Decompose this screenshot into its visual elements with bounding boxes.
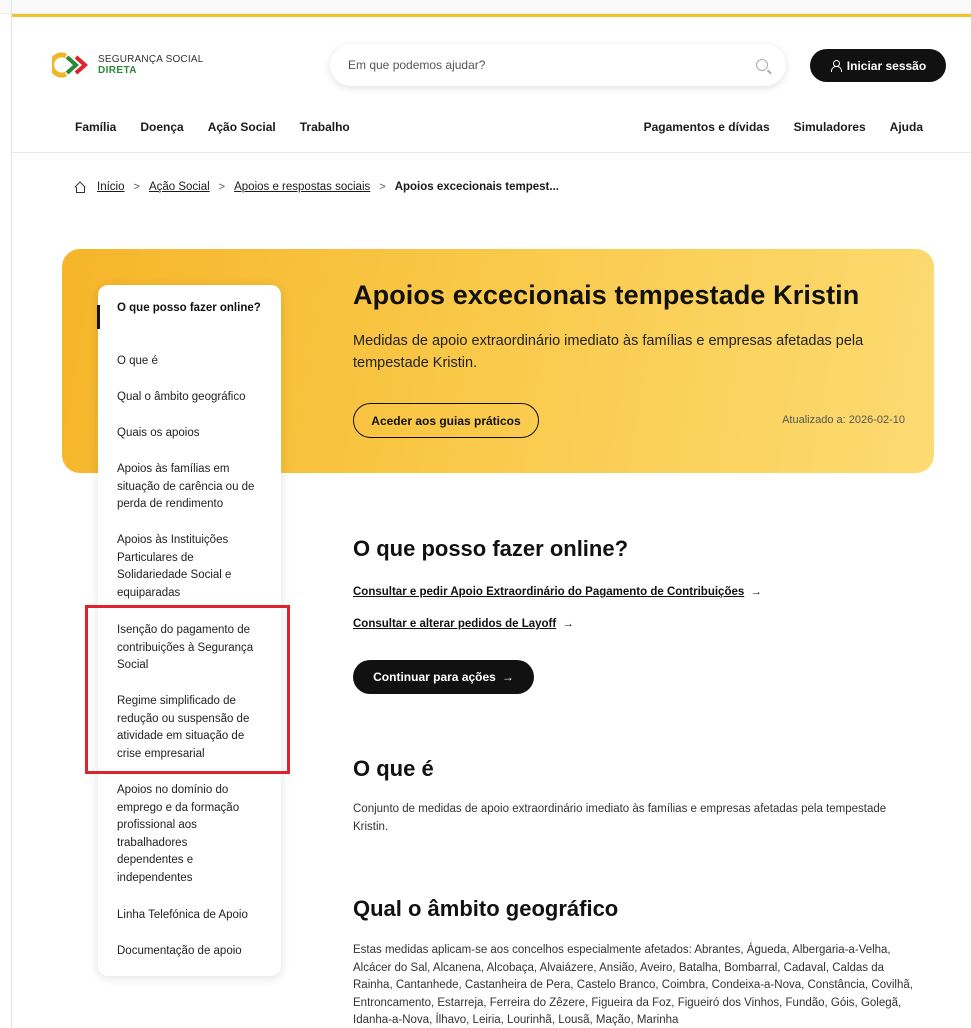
- breadcrumb: Início > Ação Social > Apoios e resposta…: [74, 181, 559, 193]
- search-icon[interactable]: [756, 59, 768, 71]
- side-menu-item-documentacao[interactable]: Documentação de apoio: [117, 943, 273, 961]
- breadcrumb-inicio[interactable]: Início: [97, 181, 125, 193]
- side-menu-item-ambito[interactable]: Qual o âmbito geográfico: [117, 389, 273, 407]
- breadcrumb-acao-social[interactable]: Ação Social: [149, 181, 210, 193]
- login-button[interactable]: Iniciar sessão: [810, 49, 946, 82]
- nav-item-acao-social[interactable]: Ação Social: [208, 120, 276, 134]
- search-bar[interactable]: [330, 44, 786, 86]
- action-link-apoio-contribuicoes[interactable]: Consultar e pedir Apoio Extraordinário d…: [353, 586, 762, 598]
- main-nav-right: Pagamentos e dívidas Simuladores Ajuda: [620, 120, 923, 134]
- nav-item-pagamentos[interactable]: Pagamentos e dívidas: [644, 120, 770, 134]
- continue-actions-button[interactable]: Continuar para ações →: [353, 660, 534, 694]
- side-menu-active-indicator: [97, 305, 100, 329]
- side-menu-item-online[interactable]: O que posso fazer online?: [117, 300, 273, 318]
- frame-border: [11, 0, 12, 1028]
- side-menu-item-apoios[interactable]: Quais os apoios: [117, 425, 273, 443]
- user-icon: [830, 60, 842, 72]
- arrow-right-icon: →: [750, 586, 762, 598]
- nav-item-simuladores[interactable]: Simuladores: [794, 120, 866, 134]
- arrow-right-icon: →: [562, 618, 574, 630]
- section-title-o-que-e: O que é: [353, 756, 434, 781]
- scope-text: Estas medidas aplicam-se aos concelhos e…: [353, 944, 913, 1026]
- continue-actions-label: Continuar para ações: [373, 670, 496, 684]
- top-accent-line: [12, 14, 971, 17]
- what-is-text: Conjunto de medidas de apoio extraordiná…: [353, 803, 887, 833]
- search-input[interactable]: [348, 58, 756, 72]
- chevron-right-icon: >: [218, 181, 226, 193]
- action-link-label: Consultar e alterar pedidos de Layoff: [353, 618, 557, 630]
- logo-text-line1: SEGURANÇA SOCIAL: [98, 54, 204, 65]
- highlight-annotation-box: [85, 605, 290, 774]
- section-title-ambito: Qual o âmbito geográfico: [353, 896, 619, 921]
- side-menu-item-o-que-e[interactable]: O que é: [117, 353, 273, 371]
- nav-item-ajuda[interactable]: Ajuda: [890, 120, 923, 134]
- section-title-online: O que posso fazer online?: [353, 536, 629, 561]
- action-link-label: Consultar e pedir Apoio Extraordinário d…: [353, 586, 745, 598]
- logo-icon: [52, 52, 89, 78]
- nav-item-trabalho[interactable]: Trabalho: [300, 120, 350, 134]
- action-link-layoff[interactable]: Consultar e alterar pedidos de Layoff →: [353, 618, 574, 630]
- home-icon: [74, 182, 85, 193]
- side-menu-item-linha-telefonica[interactable]: Linha Telefónica de Apoio: [117, 907, 273, 925]
- side-menu-item-ipss[interactable]: Apoios às Instituições Particulares de S…: [117, 532, 252, 602]
- chevron-right-icon: >: [379, 181, 386, 193]
- login-button-label: Iniciar sessão: [846, 58, 927, 73]
- updated-date: Atualizado a: 2026-02-10: [782, 414, 905, 426]
- side-menu-item-emprego[interactable]: Apoios no domínio do emprego e da formaç…: [117, 782, 257, 887]
- nav-item-doenca[interactable]: Doença: [140, 120, 183, 134]
- arrow-right-icon: →: [501, 670, 514, 684]
- breadcrumb-current: Apoios excecionais tempest...: [394, 181, 559, 193]
- browser-top-strip: [0, 0, 971, 14]
- header-divider: [12, 152, 971, 153]
- nav-item-familia[interactable]: Família: [75, 120, 116, 134]
- logo-text-line2: DIRETA: [98, 65, 137, 76]
- page-title: Apoios excecionais tempestade Kristin: [353, 280, 860, 310]
- breadcrumb-apoios-respostas[interactable]: Apoios e respostas sociais: [234, 181, 370, 193]
- chevron-right-icon: >: [133, 181, 140, 193]
- side-menu-item-familias[interactable]: Apoios às famílias em situação de carênc…: [117, 461, 257, 514]
- guides-button[interactable]: Aceder aos guias práticos: [353, 403, 539, 438]
- main-nav-left: Família Doença Ação Social Trabalho: [75, 120, 374, 134]
- site-logo[interactable]: SEGURANÇA SOCIAL DIRETA: [52, 52, 203, 78]
- hero-description: Medidas de apoio extraordinário imediato…: [353, 333, 864, 371]
